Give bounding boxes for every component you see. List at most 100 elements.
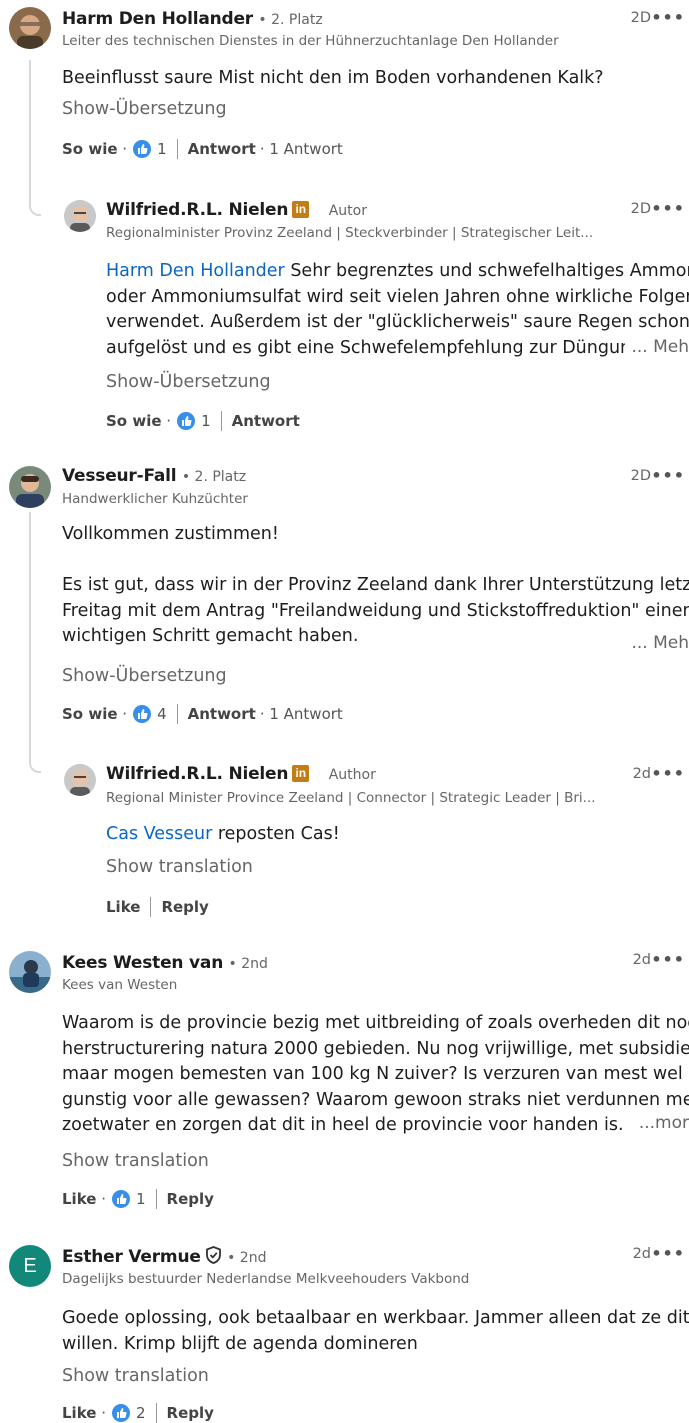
mention-link[interactable]: Harm Den Hollander: [106, 261, 285, 281]
divider: [155, 1403, 157, 1423]
thread-curve: [29, 757, 41, 773]
like-button[interactable]: So wie: [62, 705, 118, 723]
like-button[interactable]: Like: [62, 1190, 96, 1208]
more-options-icon[interactable]: •••: [651, 764, 685, 783]
divider: [176, 704, 178, 724]
avatar[interactable]: E: [9, 1245, 51, 1287]
see-more-link[interactable]: ...mor: [639, 1113, 689, 1133]
thread-line: [29, 512, 31, 762]
comment-text: herstructurering natura 2000 gebieden. N…: [62, 1038, 689, 1059]
show-translation-link[interactable]: Show-Übersetzung: [62, 666, 227, 686]
comment-text: Vollkommen zustimmen!: [62, 524, 279, 544]
dot: ·: [117, 705, 128, 723]
show-translation-link[interactable]: Show translation: [106, 857, 253, 877]
timestamp: 2d: [632, 766, 651, 782]
like-button[interactable]: So wie: [62, 140, 118, 158]
author-headline: Regional Minister Province Zeeland | Con…: [106, 790, 596, 806]
like-button[interactable]: Like: [62, 1404, 96, 1422]
like-reaction-icon: [133, 705, 152, 723]
reply-button[interactable]: Reply: [161, 898, 208, 916]
avatar-initial: E: [23, 1255, 37, 1277]
author-headline: Regionalminister Provinz Zeeland | Steck…: [106, 225, 594, 241]
show-translation-link[interactable]: Show translation: [62, 1151, 209, 1171]
more-options-icon[interactable]: •••: [651, 199, 685, 218]
divider: [150, 897, 152, 917]
more-options-icon[interactable]: •••: [651, 950, 685, 969]
connection-degree: • 2. Platz: [181, 469, 247, 485]
author-name[interactable]: Wilfried.R.L. Nielen: [106, 200, 288, 220]
reply-button[interactable]: Antwort: [232, 412, 300, 430]
more-options-icon[interactable]: •••: [651, 466, 685, 485]
linkedin-icon: in: [292, 765, 310, 782]
avatar[interactable]: [9, 7, 51, 49]
like-button[interactable]: Like: [106, 898, 140, 916]
timestamp: 2d: [632, 1246, 651, 1262]
timestamp: 2d: [632, 952, 651, 968]
dot: ·: [96, 1404, 106, 1422]
timestamp: 2D: [630, 10, 651, 26]
reply-button[interactable]: Reply: [167, 1190, 214, 1208]
avatar[interactable]: [64, 764, 96, 796]
comment-text: wichtigen Schritt gemacht haben.: [62, 626, 359, 646]
author-headline: Leiter des technischen Dienstes in der H…: [62, 33, 559, 49]
show-translation-link[interactable]: Show-Übersetzung: [106, 372, 271, 392]
connection-degree: • 2. Platz: [258, 12, 323, 28]
linkedin-icon: in: [292, 201, 310, 218]
reply-count[interactable]: · 1 Antwort: [260, 140, 343, 158]
like-reaction-icon: [112, 1404, 130, 1422]
see-more-link[interactable]: ... Meh: [625, 337, 689, 357]
like-button[interactable]: So wie: [106, 412, 162, 430]
divider: [155, 1189, 157, 1209]
author-name[interactable]: Vesseur-Fall: [62, 466, 177, 486]
divider: [220, 411, 222, 431]
verified-shield-icon: [205, 1246, 222, 1269]
more-options-icon[interactable]: •••: [651, 1244, 685, 1263]
comment-text: zoetwater en zorgen dat dit in heel de p…: [62, 1115, 624, 1135]
see-more-link[interactable]: ... Meh: [631, 633, 689, 653]
like-reaction-icon: [112, 1190, 130, 1208]
like-count: 1: [157, 140, 167, 158]
comment-text: Es ist gut, dass wir in der Provinz Zeel…: [62, 575, 689, 595]
reply-count[interactable]: · 1 Antwort: [260, 705, 343, 723]
thread-line: [29, 60, 31, 205]
dot: ·: [117, 140, 128, 158]
like-count: 2: [136, 1404, 146, 1422]
connection-degree: • 2nd: [227, 1250, 267, 1266]
author-name[interactable]: Harm Den Hollander: [62, 9, 253, 29]
comment-text: oder Ammoniumsulfat wird seit vielen Jah…: [106, 286, 689, 307]
show-translation-link[interactable]: Show translation: [62, 1366, 209, 1386]
timestamp: 2D: [630, 468, 651, 484]
reply-button[interactable]: Antwort: [188, 140, 256, 158]
reply-button[interactable]: Antwort: [188, 705, 256, 723]
comment-text: gunstig voor alle gewassen? Waarom gewoo…: [62, 1089, 689, 1110]
comment-text: willen. Krimp blijft de agenda domineren: [62, 1333, 418, 1354]
comment-text: verwendet. Außerdem ist der "glücklicher…: [106, 312, 689, 332]
dot: ·: [161, 412, 172, 430]
comment-text: maar mogen bemesten van 100 kg N zuiver?…: [62, 1064, 683, 1084]
like-reaction-icon: [133, 140, 152, 158]
comment-text: Goede oplossing, ook betaalbaar en werkb…: [62, 1308, 689, 1328]
timestamp: 2D: [630, 201, 651, 217]
reply-button[interactable]: Reply: [167, 1404, 214, 1422]
avatar[interactable]: [64, 200, 96, 232]
avatar[interactable]: [9, 466, 51, 508]
author-headline: Kees van Westen: [62, 977, 178, 993]
author-role-badge: Autor: [328, 203, 367, 219]
comment-text: Beeinflusst saure Mist nicht den im Bode…: [62, 68, 604, 88]
more-options-icon[interactable]: •••: [651, 8, 685, 27]
like-count: 4: [157, 705, 167, 723]
author-name[interactable]: Esther Vermue: [62, 1247, 201, 1267]
thread-curve: [29, 200, 41, 216]
comment-text: [62, 548, 689, 574]
author-headline: Handwerklicher Kuhzüchter: [62, 491, 248, 507]
mention-link[interactable]: Cas Vesseur: [106, 824, 212, 844]
like-count: 1: [136, 1190, 146, 1208]
author-name[interactable]: Kees Westen van: [62, 953, 223, 973]
show-translation-link[interactable]: Show-Übersetzung: [62, 99, 227, 119]
comment-text: Sehr begrenztes und schwefelhaltiges Amm…: [284, 261, 689, 281]
comment-text: aufgelöst und es gibt eine Schwefelempfe…: [106, 337, 650, 358]
divider: [176, 139, 178, 159]
avatar[interactable]: [9, 951, 51, 993]
dot: ·: [96, 1190, 106, 1208]
author-name[interactable]: Wilfried.R.L. Nielen: [106, 764, 288, 784]
